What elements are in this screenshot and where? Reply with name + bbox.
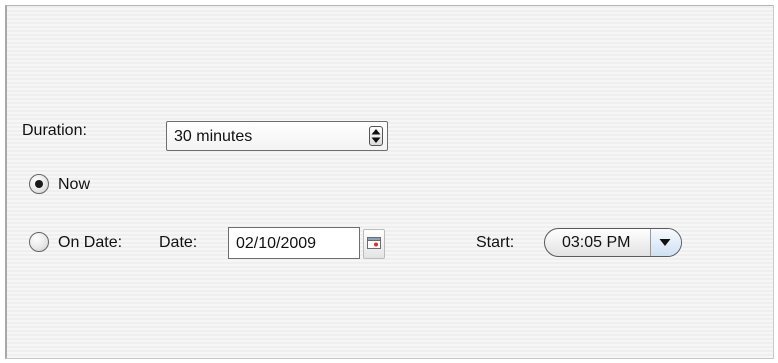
chevron-down-icon: [659, 239, 671, 246]
date-value: 02/10/2009: [236, 235, 317, 252]
duration-spinner[interactable]: 30 minutes: [166, 121, 388, 151]
radio-selected-dot: [35, 180, 43, 188]
start-label: Start:: [476, 234, 515, 251]
calendar-button[interactable]: [363, 229, 385, 259]
up-down-arrows-icon: [371, 129, 381, 143]
start-time-dropdown[interactable]: 03:05 PM: [544, 228, 682, 257]
now-label: Now: [58, 176, 91, 193]
calendar-icon: [367, 237, 381, 249]
date-label: Date:: [159, 234, 198, 251]
dropdown-arrow-button[interactable]: [650, 229, 681, 256]
now-radio[interactable]: [29, 174, 49, 194]
schedule-panel: Duration: 30 minutes Now On Date: Date: …: [5, 5, 774, 359]
start-time-value: 03:05 PM: [562, 234, 631, 251]
spinner-button[interactable]: [369, 126, 383, 146]
date-field[interactable]: 02/10/2009: [228, 227, 360, 259]
duration-value: 30 minutes: [174, 128, 253, 145]
duration-label: Duration:: [22, 122, 87, 139]
on-date-label: On Date:: [58, 234, 123, 251]
on-date-radio[interactable]: [29, 232, 49, 252]
